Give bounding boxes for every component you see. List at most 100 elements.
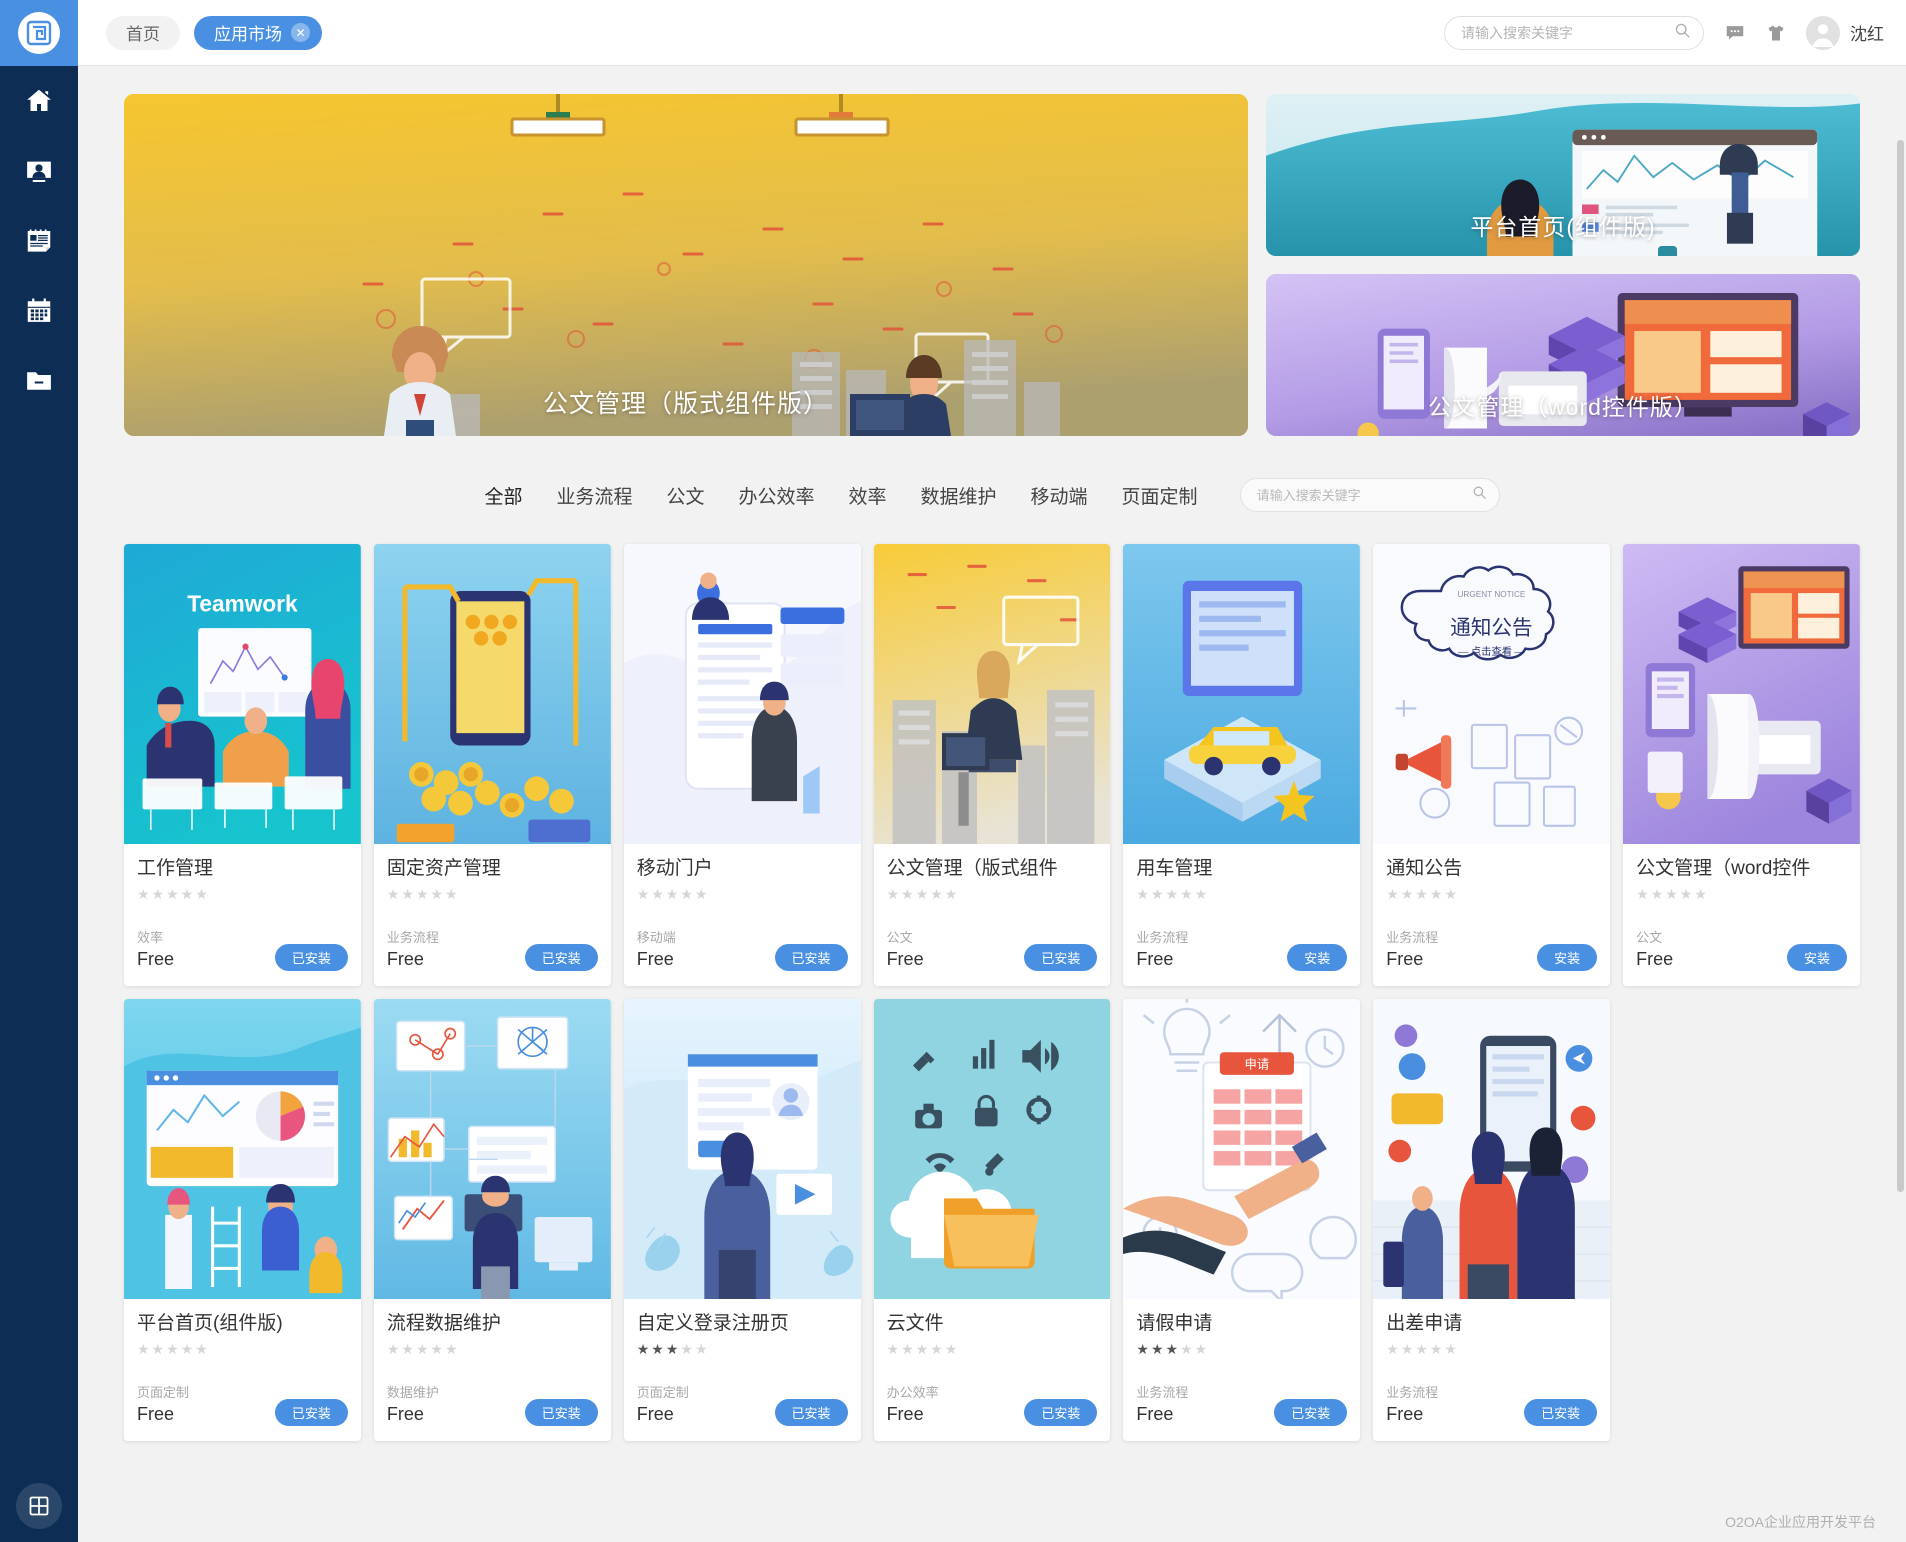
- app-category: 办公效率: [886, 1384, 939, 1400]
- app-price: Free: [1136, 949, 1174, 970]
- svg-text:通知公告: 通知公告: [1451, 616, 1533, 639]
- category-workflow[interactable]: 业务流程: [556, 482, 632, 509]
- app-root: 首页 应用市场 ✕ 请输入搜索关键字 沈红 公文管理（版式组件版） 平台首页(组…: [0, 0, 1906, 1542]
- app-name: 公文管理（版式组件: [886, 858, 1058, 879]
- folder-icon: [24, 366, 54, 396]
- app-rating: ★★★★★: [1136, 886, 1210, 903]
- category-document[interactable]: 公文: [666, 482, 704, 509]
- sidebar-item-meeting[interactable]: [0, 136, 78, 206]
- app-install-button[interactable]: 安装: [1786, 943, 1847, 971]
- sidebar-item-home[interactable]: [0, 66, 78, 136]
- app-card[interactable]: 云文件 ★★★★★ 办公效率 Free 已安装: [873, 998, 1111, 1441]
- search-icon[interactable]: [1674, 22, 1691, 44]
- svg-text:URGENT NOTICE: URGENT NOTICE: [1458, 590, 1526, 599]
- hero-side-column: 平台首页(组件版) 公文管理（word控件版）: [1266, 94, 1860, 436]
- sidebar-item-news[interactable]: [0, 206, 78, 276]
- category-efficiency[interactable]: 效率: [849, 482, 887, 509]
- app-name: 平台首页(组件版): [137, 1312, 283, 1334]
- category-search-input[interactable]: [1256, 487, 1472, 503]
- category-all[interactable]: 全部: [484, 482, 522, 509]
- category-mobile[interactable]: 移动端: [1031, 482, 1088, 509]
- app-thumbnail: 申请: [1123, 998, 1361, 1299]
- app-card[interactable]: 出差申请 ★★★★★ 业务流程 Free 已安装: [1373, 998, 1611, 1441]
- app-card[interactable]: 通知公告 — 点击查看 — URGENT NOTICE 通知公告 ★★★★★ 业务流…: [1373, 544, 1611, 986]
- hero-banner-main[interactable]: 公文管理（版式组件版）: [124, 94, 1248, 436]
- app-price: Free: [1136, 1404, 1174, 1425]
- app-thumbnail: [623, 998, 861, 1299]
- user-menu[interactable]: 沈红: [1806, 15, 1884, 50]
- user-name: 沈红: [1850, 25, 1884, 44]
- app-install-button[interactable]: 安装: [1287, 943, 1348, 971]
- app-thumbnail: [1623, 544, 1860, 844]
- hero-banner-doc-word[interactable]: 公文管理（word控件版）: [1266, 274, 1860, 436]
- app-card[interactable]: 公文管理（版式组件 ★★★★★ 公文 Free 已安装: [873, 544, 1111, 986]
- app-install-button[interactable]: 已安装: [1524, 1398, 1598, 1426]
- category-office[interactable]: 办公效率: [738, 482, 814, 509]
- hero-banner-portal[interactable]: 平台首页(组件版): [1266, 94, 1860, 256]
- meeting-icon: [24, 156, 54, 186]
- app-name: 移动门户: [636, 858, 713, 879]
- app-thumbnail: [623, 544, 861, 844]
- app-price: Free: [636, 949, 674, 970]
- breadcrumb-item-appstore[interactable]: 应用市场 ✕: [194, 15, 322, 50]
- hero-banners: 公文管理（版式组件版） 平台首页(组件版) 公文管理（word控件版）: [124, 94, 1860, 436]
- app-category: 业务流程: [1386, 929, 1439, 945]
- app-category: 数据维护: [386, 1384, 439, 1400]
- category-data[interactable]: 数据维护: [921, 482, 997, 509]
- app-price: Free: [636, 1404, 674, 1425]
- hero-main-title: 公文管理（版式组件版）: [542, 390, 829, 418]
- app-install-button[interactable]: 已安装: [1024, 943, 1098, 971]
- app-install-button[interactable]: 已安装: [524, 943, 598, 971]
- app-install-button[interactable]: 已安装: [1024, 1398, 1098, 1426]
- sidebar-bottom[interactable]: [0, 1470, 78, 1542]
- app-install-button[interactable]: 已安装: [774, 943, 848, 971]
- breadcrumb-label: 应用市场: [214, 25, 282, 44]
- breadcrumb-item-home[interactable]: 首页: [106, 15, 180, 50]
- app-price: Free: [137, 949, 175, 970]
- app-install-button[interactable]: 已安装: [274, 1398, 348, 1426]
- app-thumbnail: [1123, 544, 1361, 844]
- close-icon[interactable]: ✕: [291, 23, 310, 42]
- global-search[interactable]: [1444, 15, 1704, 50]
- sidebar-item-files[interactable]: [0, 346, 78, 416]
- category-search[interactable]: [1239, 478, 1500, 512]
- breadcrumb: 首页 应用市场 ✕: [106, 15, 322, 50]
- vertical-scrollbar-thumb[interactable]: [1897, 140, 1904, 1192]
- app-card[interactable]: 自定义登录注册页 ★★★★★ 页面定制 Free 已安装: [623, 998, 861, 1441]
- app-logo[interactable]: [0, 0, 78, 66]
- app-price: Free: [1386, 1404, 1424, 1425]
- app-name: 公文管理（word控件: [1636, 858, 1811, 879]
- app-install-button[interactable]: 已安装: [1274, 1398, 1348, 1426]
- app-card[interactable]: 流程数据维护 ★★★★★ 数据维护 Free 已安装: [373, 998, 611, 1441]
- app-install-button[interactable]: 已安装: [774, 1398, 848, 1426]
- app-card[interactable]: 平台首页(组件版) ★★★★★ 页面定制 Free 已安装: [124, 998, 361, 1441]
- category-page[interactable]: 页面定制: [1122, 482, 1198, 509]
- app-name: 通知公告: [1386, 858, 1463, 879]
- app-card[interactable]: 固定资产管理 ★★★★★ 业务流程 Free 已安装: [373, 544, 611, 986]
- hero-portal-title: 平台首页(组件版): [1470, 214, 1656, 240]
- app-install-button[interactable]: 已安装: [274, 943, 348, 971]
- search-icon[interactable]: [1472, 485, 1487, 505]
- app-card[interactable]: 申请 请假申请 ★★★★★ 业务流程 Free 已安装: [1123, 998, 1361, 1441]
- apps-grid-icon: [16, 1483, 62, 1529]
- app-grid: Teamwork 工作管理 ★★★★★ 效率 Free 已安装 固定资产管理 ★…: [124, 544, 1860, 1441]
- app-card[interactable]: 公文管理（word控件 ★★★★★ 公文 Free 安装: [1623, 544, 1860, 986]
- app-name: 请假申请: [1136, 1312, 1213, 1334]
- hero-doc-title: 公文管理（word控件版）: [1428, 394, 1698, 420]
- app-card[interactable]: 用车管理 ★★★★★ 业务流程 Free 安装: [1123, 544, 1361, 986]
- svg-text:Teamwork: Teamwork: [187, 591, 298, 617]
- shirt-icon[interactable]: [1766, 22, 1786, 44]
- topbar-right: 沈红: [1444, 15, 1884, 50]
- content-area: 公文管理（版式组件版） 平台首页(组件版) 公文管理（word控件版） 全部 业…: [78, 66, 1906, 1542]
- app-price: Free: [886, 1404, 924, 1425]
- app-install-button[interactable]: 安装: [1537, 943, 1598, 971]
- message-icon[interactable]: [1724, 22, 1746, 44]
- app-category: 业务流程: [1386, 1384, 1439, 1400]
- app-install-button[interactable]: 已安装: [524, 1398, 598, 1426]
- app-card[interactable]: 移动门户 ★★★★★ 移动端 Free 已安装: [623, 544, 861, 986]
- search-input[interactable]: [1461, 24, 1674, 41]
- app-name: 出差申请: [1386, 1312, 1463, 1334]
- app-card[interactable]: Teamwork 工作管理 ★★★★★ 效率 Free 已安装: [124, 544, 361, 986]
- app-name: 用车管理: [1136, 858, 1213, 879]
- sidebar-item-calendar[interactable]: [0, 276, 78, 346]
